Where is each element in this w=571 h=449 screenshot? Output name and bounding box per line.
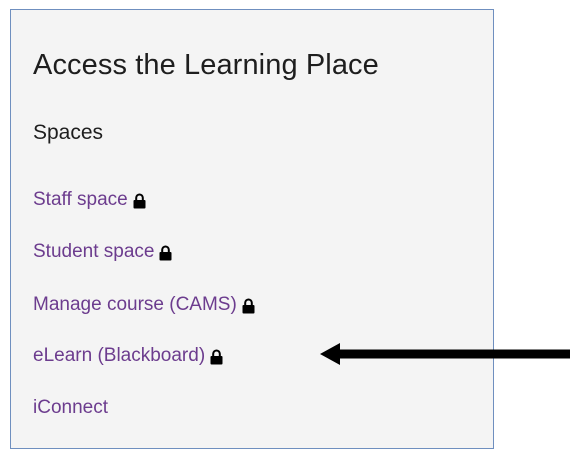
student-space-link[interactable]: Student space bbox=[33, 241, 154, 263]
lock-icon bbox=[159, 245, 172, 261]
lock-icon bbox=[133, 193, 146, 209]
iconnect-link[interactable]: iConnect bbox=[33, 397, 108, 419]
access-learning-place-panel: Access the Learning Place Spaces Staff s… bbox=[10, 9, 494, 449]
list-item-student-space: Student space bbox=[33, 237, 172, 267]
arrow-left-icon bbox=[320, 343, 570, 370]
lock-icon bbox=[242, 298, 255, 314]
list-item-elearn: eLearn (Blackboard) bbox=[33, 341, 223, 371]
spaces-heading: Spaces bbox=[33, 121, 104, 144]
staff-space-link[interactable]: Staff space bbox=[33, 189, 128, 211]
panel-title: Access the Learning Place bbox=[33, 49, 379, 81]
manage-course-link[interactable]: Manage course (CAMS) bbox=[33, 294, 237, 316]
lock-icon bbox=[210, 349, 223, 365]
list-item-manage-course: Manage course (CAMS) bbox=[33, 290, 255, 320]
list-item-iconnect: iConnect bbox=[33, 393, 108, 423]
elearn-blackboard-link[interactable]: eLearn (Blackboard) bbox=[33, 345, 205, 367]
list-item-staff-space: Staff space bbox=[33, 185, 146, 215]
